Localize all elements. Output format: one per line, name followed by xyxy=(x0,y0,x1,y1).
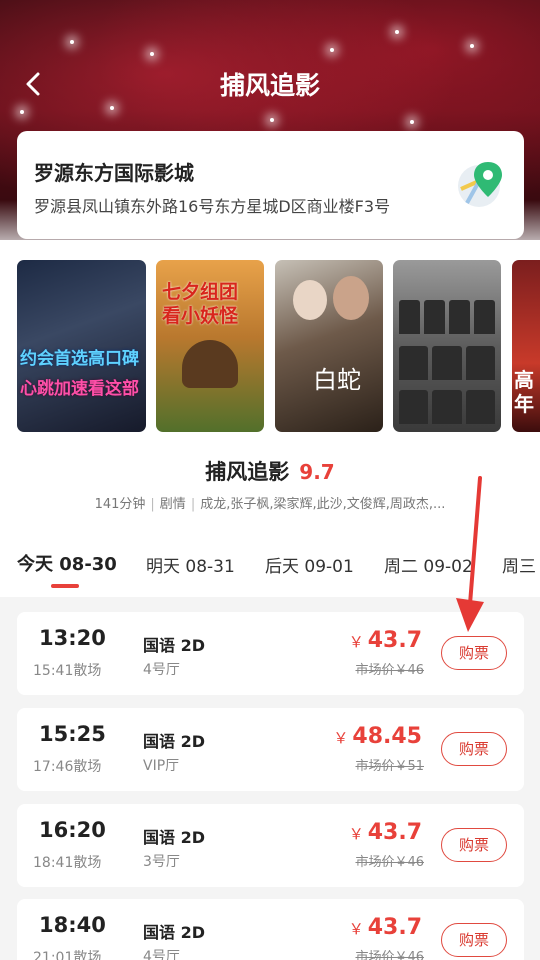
hall-name: 3号厅 xyxy=(143,854,180,870)
poster-item[interactable]: 七夕组团 看小妖怪 xyxy=(156,260,264,432)
end-time: 15:41散场 xyxy=(33,663,102,679)
tab-indicator xyxy=(51,584,79,588)
market-price: 市场价￥46 xyxy=(355,663,424,678)
poster-item[interactable]: 白蛇 xyxy=(275,260,383,432)
market-price: 市场价￥46 xyxy=(355,950,424,960)
annotation-arrow-icon xyxy=(456,476,484,632)
market-price: 市场价￥51 xyxy=(355,759,424,774)
tab-tomorrow[interactable]: 明天 08-31 xyxy=(146,552,235,577)
poster-selected[interactable]: 约会首选高口碑 心跳加速看这部 xyxy=(17,260,146,432)
poster-tagline: 心跳加速看这部 xyxy=(20,379,139,399)
start-time: 13:20 xyxy=(39,626,106,650)
buy-ticket-button[interactable]: 购票 xyxy=(441,828,507,862)
poster-title: 高 xyxy=(514,368,534,392)
showtime-card[interactable]: 18:40 21:01散场 国语 2D 4号厅 ￥ 43.7 市场价￥46 购票 xyxy=(17,899,524,960)
showtime-card[interactable]: 15:25 17:46散场 国语 2D VIP厅 ￥ 48.45 市场价￥51 购… xyxy=(17,708,524,791)
language-format: 国语 2D xyxy=(143,828,205,847)
movie-title: 捕风追影 xyxy=(205,460,290,484)
tab-day-after[interactable]: 后天 09-01 xyxy=(265,552,354,577)
buy-ticket-button[interactable]: 购票 xyxy=(441,636,507,670)
hall-name: VIP厅 xyxy=(143,758,180,774)
movie-score: 9.7 xyxy=(299,460,335,484)
start-time: 16:20 xyxy=(39,818,106,842)
movie-duration: 141分钟 xyxy=(94,497,146,512)
buy-ticket-button[interactable]: 购票 xyxy=(441,923,507,957)
price: ￥ 43.7 xyxy=(348,820,422,845)
tab-today[interactable]: 今天 08-30 xyxy=(17,550,117,576)
hall-name: 4号厅 xyxy=(143,949,180,960)
cinema-address: 罗源县凤山镇东外路16号东方星城D区商业楼F3号 xyxy=(34,197,391,216)
showtime-card[interactable]: 16:20 18:41散场 国语 2D 3号厅 ￥ 43.7 市场价￥46 购票 xyxy=(17,804,524,887)
price: ￥ 48.45 xyxy=(333,724,422,749)
market-price: 市场价￥46 xyxy=(355,855,424,870)
language-format: 国语 2D xyxy=(143,636,205,655)
top-bar: 捕风追影 xyxy=(0,56,540,112)
movie-genre: 剧情 xyxy=(159,497,186,512)
cinema-name: 罗源东方国际影城 xyxy=(34,161,194,185)
map-button[interactable] xyxy=(457,159,507,209)
cinema-info-card[interactable]: 罗源东方国际影城 罗源县凤山镇东外路16号东方星城D区商业楼F3号 xyxy=(17,131,524,239)
start-time: 15:25 xyxy=(39,722,106,746)
movie-poster-carousel[interactable]: 约会首选高口碑 心跳加速看这部 七夕组团 看小妖怪 白蛇 高年 xyxy=(17,260,540,432)
page-title: 捕风追影 xyxy=(219,71,320,100)
poster-title: 年 xyxy=(514,392,534,416)
movie-cast: 成龙,张子枫,梁家辉,此沙,文俊辉,周政杰,... xyxy=(200,497,446,512)
end-time: 18:41散场 xyxy=(33,855,102,871)
start-time: 18:40 xyxy=(39,913,106,937)
poster-title: 七夕组团 xyxy=(162,281,239,303)
poster-item[interactable]: 高年 xyxy=(512,260,540,432)
price: ￥ 43.7 xyxy=(348,915,422,940)
tab-wednesday[interactable]: 周三 xyxy=(502,552,536,577)
language-format: 国语 2D xyxy=(143,923,205,942)
language-format: 国语 2D xyxy=(143,732,205,751)
buy-ticket-button[interactable]: 购票 xyxy=(441,732,507,766)
poster-tagline: 约会首选高口碑 xyxy=(20,349,139,369)
map-pin-icon xyxy=(458,162,502,207)
end-time: 21:01散场 xyxy=(33,950,102,960)
poster-title: 白蛇 xyxy=(313,366,361,394)
hall-name: 4号厅 xyxy=(143,662,180,678)
end-time: 17:46散场 xyxy=(33,759,102,775)
poster-item[interactable] xyxy=(393,260,501,432)
price: ￥ 43.7 xyxy=(348,628,422,653)
poster-title: 看小妖怪 xyxy=(162,305,239,327)
